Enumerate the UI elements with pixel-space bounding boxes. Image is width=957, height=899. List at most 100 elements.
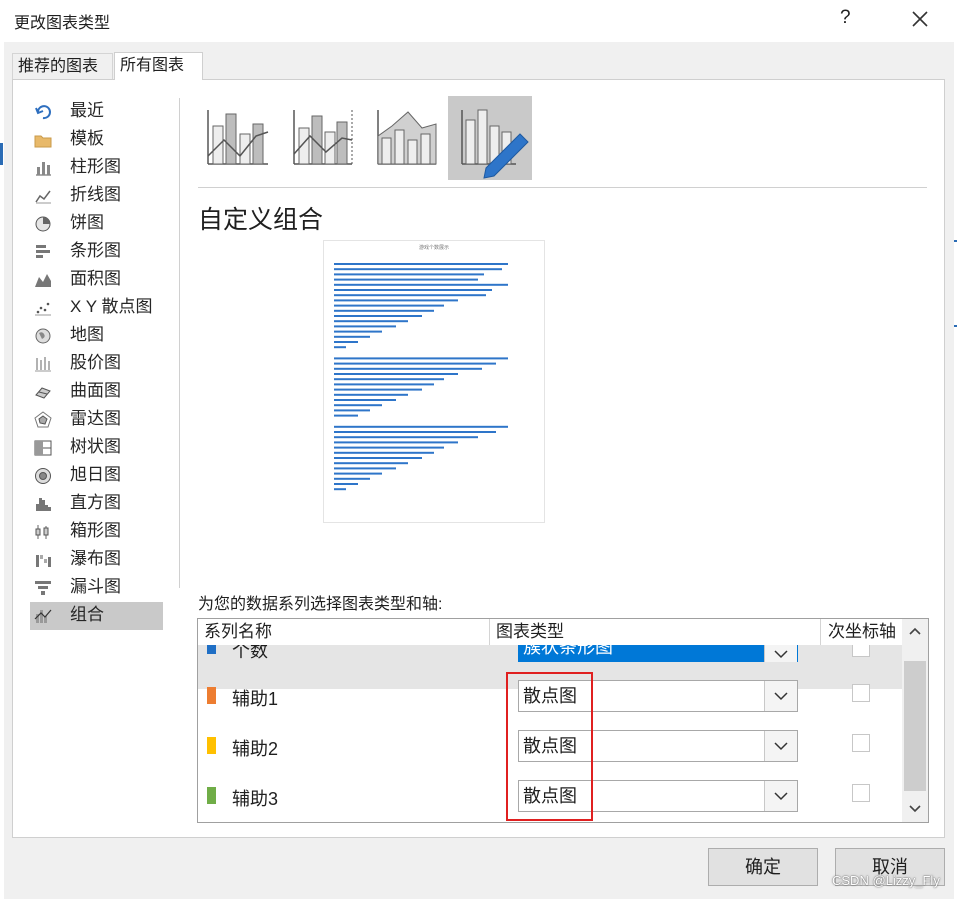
pie-chart-icon: [34, 215, 52, 233]
category-item-scatter-chart[interactable]: X Y 散点图: [30, 294, 163, 322]
series-name: 辅助1: [232, 689, 279, 709]
preview-bar: [334, 367, 482, 370]
category-item-radar-chart[interactable]: 雷达图: [30, 406, 163, 434]
preview-bar: [334, 304, 444, 307]
preview-bar: [334, 457, 422, 459]
preview-bar: [334, 388, 422, 391]
preview-bar: [334, 325, 396, 328]
ok-button[interactable]: 确定: [708, 848, 818, 886]
preview-bar: [334, 294, 486, 297]
header-chart-type: 图表类型: [496, 619, 564, 645]
chevron-down-icon: [774, 650, 788, 659]
combo-chart-icon: [34, 607, 52, 625]
close-icon: [912, 11, 928, 27]
waterfall-icon: [34, 551, 52, 569]
divider: [179, 98, 180, 588]
category-label: 地图: [70, 325, 104, 344]
subtype-clustered-column-line-secondary-axis[interactable]: [280, 96, 364, 180]
category-item-undo[interactable]: 最近: [30, 98, 163, 126]
preview-bar: [334, 278, 478, 281]
globe-icon: [34, 327, 52, 345]
preview-bar: [334, 488, 346, 491]
secondary-axis-checkbox[interactable]: [852, 734, 870, 752]
histogram-icon: [34, 495, 52, 513]
category-item-globe[interactable]: 地图: [30, 322, 163, 350]
dropdown-button[interactable]: [764, 645, 797, 662]
category-item-column-chart[interactable]: 柱形图: [30, 154, 163, 182]
preview-bar: [334, 462, 408, 465]
preview-bar: [334, 399, 396, 401]
scroll-up-icon[interactable]: [907, 625, 923, 637]
column-chart-icon: [34, 159, 52, 177]
preview-bar: [334, 263, 508, 265]
area-column-icon: [377, 110, 437, 165]
column-line-secondary-axis-icon: [293, 110, 353, 165]
category-item-area-chart[interactable]: 面积图: [30, 266, 163, 294]
dropdown-button[interactable]: [764, 731, 797, 761]
category-item-waterfall[interactable]: 瀑布图: [30, 546, 163, 574]
preview-bar: [334, 346, 346, 349]
tab-all-charts[interactable]: 所有图表: [114, 52, 203, 80]
category-item-stock-chart[interactable]: 股价图: [30, 350, 163, 378]
category-item-treemap[interactable]: 树状图: [30, 434, 163, 462]
box-whisker-icon: [34, 523, 52, 541]
title-bar: 更改图表类型 ?: [0, 0, 957, 42]
category-item-line-chart[interactable]: 折线图: [30, 182, 163, 210]
category-label: 组合: [70, 605, 104, 624]
close-button[interactable]: [905, 4, 935, 34]
preview-bar: [334, 315, 422, 317]
chart-preview: 游戏个数展示: [323, 240, 545, 523]
chevron-down-icon: [774, 742, 788, 751]
preview-bar: [334, 373, 458, 375]
category-label: 漏斗图: [70, 577, 121, 596]
preview-bar: [334, 472, 382, 475]
chevron-down-icon: [774, 692, 788, 701]
help-button[interactable]: ?: [840, 7, 851, 29]
column-divider: [489, 619, 490, 645]
category-label: 直方图: [70, 493, 121, 512]
category-item-box-whisker[interactable]: 箱形图: [30, 518, 163, 546]
combination-title: 自定义组合: [198, 206, 324, 234]
category-item-folder[interactable]: 模板: [30, 126, 163, 154]
funnel-icon: [34, 579, 52, 597]
column-divider: [820, 619, 821, 645]
category-item-combo-chart[interactable]: 组合: [30, 602, 163, 630]
surface-chart-icon: [34, 383, 52, 401]
scatter-chart-icon: [34, 299, 52, 317]
area-chart-icon: [34, 271, 52, 289]
subtype-custom-combination[interactable]: [448, 96, 532, 180]
secondary-axis-checkbox[interactable]: [852, 645, 870, 657]
preview-bar: [334, 335, 370, 338]
radar-chart-icon: [34, 411, 52, 429]
category-label: 曲面图: [70, 381, 121, 400]
category-item-funnel[interactable]: 漏斗图: [30, 574, 163, 602]
scrollbar-thumb[interactable]: [904, 661, 926, 791]
category-label: X Y 散点图: [70, 297, 153, 316]
chart-type-select[interactable]: 簇状条形图: [518, 645, 798, 662]
dropdown-button[interactable]: [764, 781, 797, 811]
tab-recommended-charts[interactable]: 推荐的图表: [12, 53, 113, 79]
secondary-axis-checkbox[interactable]: [852, 684, 870, 702]
scroll-down-icon[interactable]: [907, 803, 923, 815]
subtype-clustered-column-line[interactable]: [196, 96, 280, 180]
window-title: 更改图表类型: [14, 15, 111, 32]
preview-bar: [334, 431, 496, 433]
preview-bar: [334, 483, 358, 485]
preview-bar: [334, 362, 496, 365]
custom-combo-pencil-icon: [461, 109, 529, 179]
sheet-edge: [0, 143, 3, 165]
subtype-stacked-area-clustered-column[interactable]: [364, 96, 448, 180]
secondary-axis-checkbox[interactable]: [852, 784, 870, 802]
category-label: 折线图: [70, 185, 121, 204]
preview-bar: [334, 414, 358, 417]
category-item-sunburst[interactable]: 旭日图: [30, 462, 163, 490]
category-label: 股价图: [70, 353, 121, 372]
category-item-pie-chart[interactable]: 饼图: [30, 210, 163, 238]
vertical-scrollbar[interactable]: [902, 619, 928, 822]
category-item-surface-chart[interactable]: 曲面图: [30, 378, 163, 406]
preview-bar: [334, 283, 508, 286]
category-label: 雷达图: [70, 409, 121, 428]
dropdown-button[interactable]: [764, 681, 797, 711]
category-item-histogram[interactable]: 直方图: [30, 490, 163, 518]
category-item-bar-chart[interactable]: 条形图: [30, 238, 163, 266]
